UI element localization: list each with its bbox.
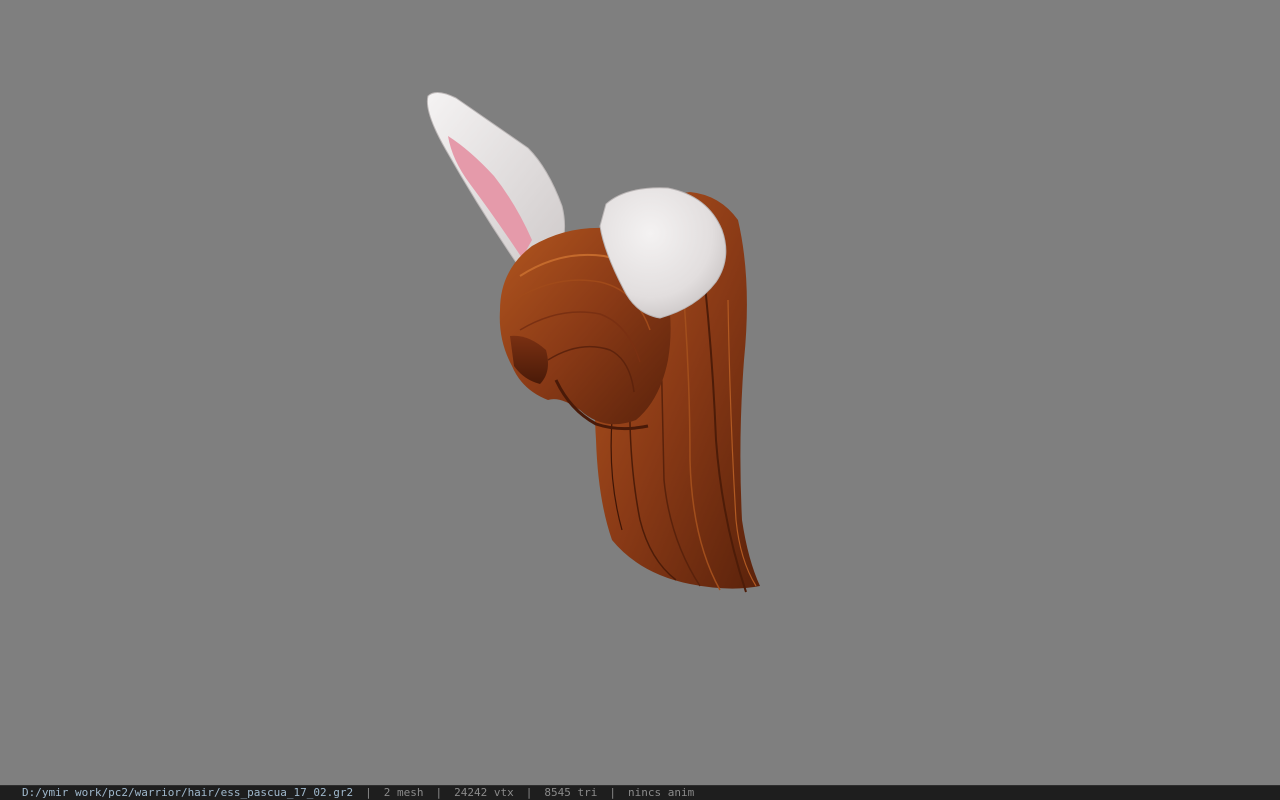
status-bar: D:/ymir work/pc2/warrior/hair/ess_pascua… bbox=[0, 785, 1280, 800]
separator: | bbox=[365, 786, 372, 799]
separator: | bbox=[525, 786, 533, 799]
mesh-count: 2 mesh bbox=[383, 786, 424, 799]
separator: | bbox=[435, 786, 443, 799]
file-path: D:/ymir work/pc2/warrior/hair/ess_pascua… bbox=[22, 786, 354, 799]
anim-status: nincs anim bbox=[627, 786, 695, 799]
vertex-count: 24242 vtx bbox=[454, 786, 514, 799]
separator: | bbox=[609, 786, 616, 799]
triangle-count: 8545 tri bbox=[544, 786, 598, 799]
3d-viewport[interactable] bbox=[0, 0, 1280, 785]
model-render bbox=[426, 92, 760, 593]
